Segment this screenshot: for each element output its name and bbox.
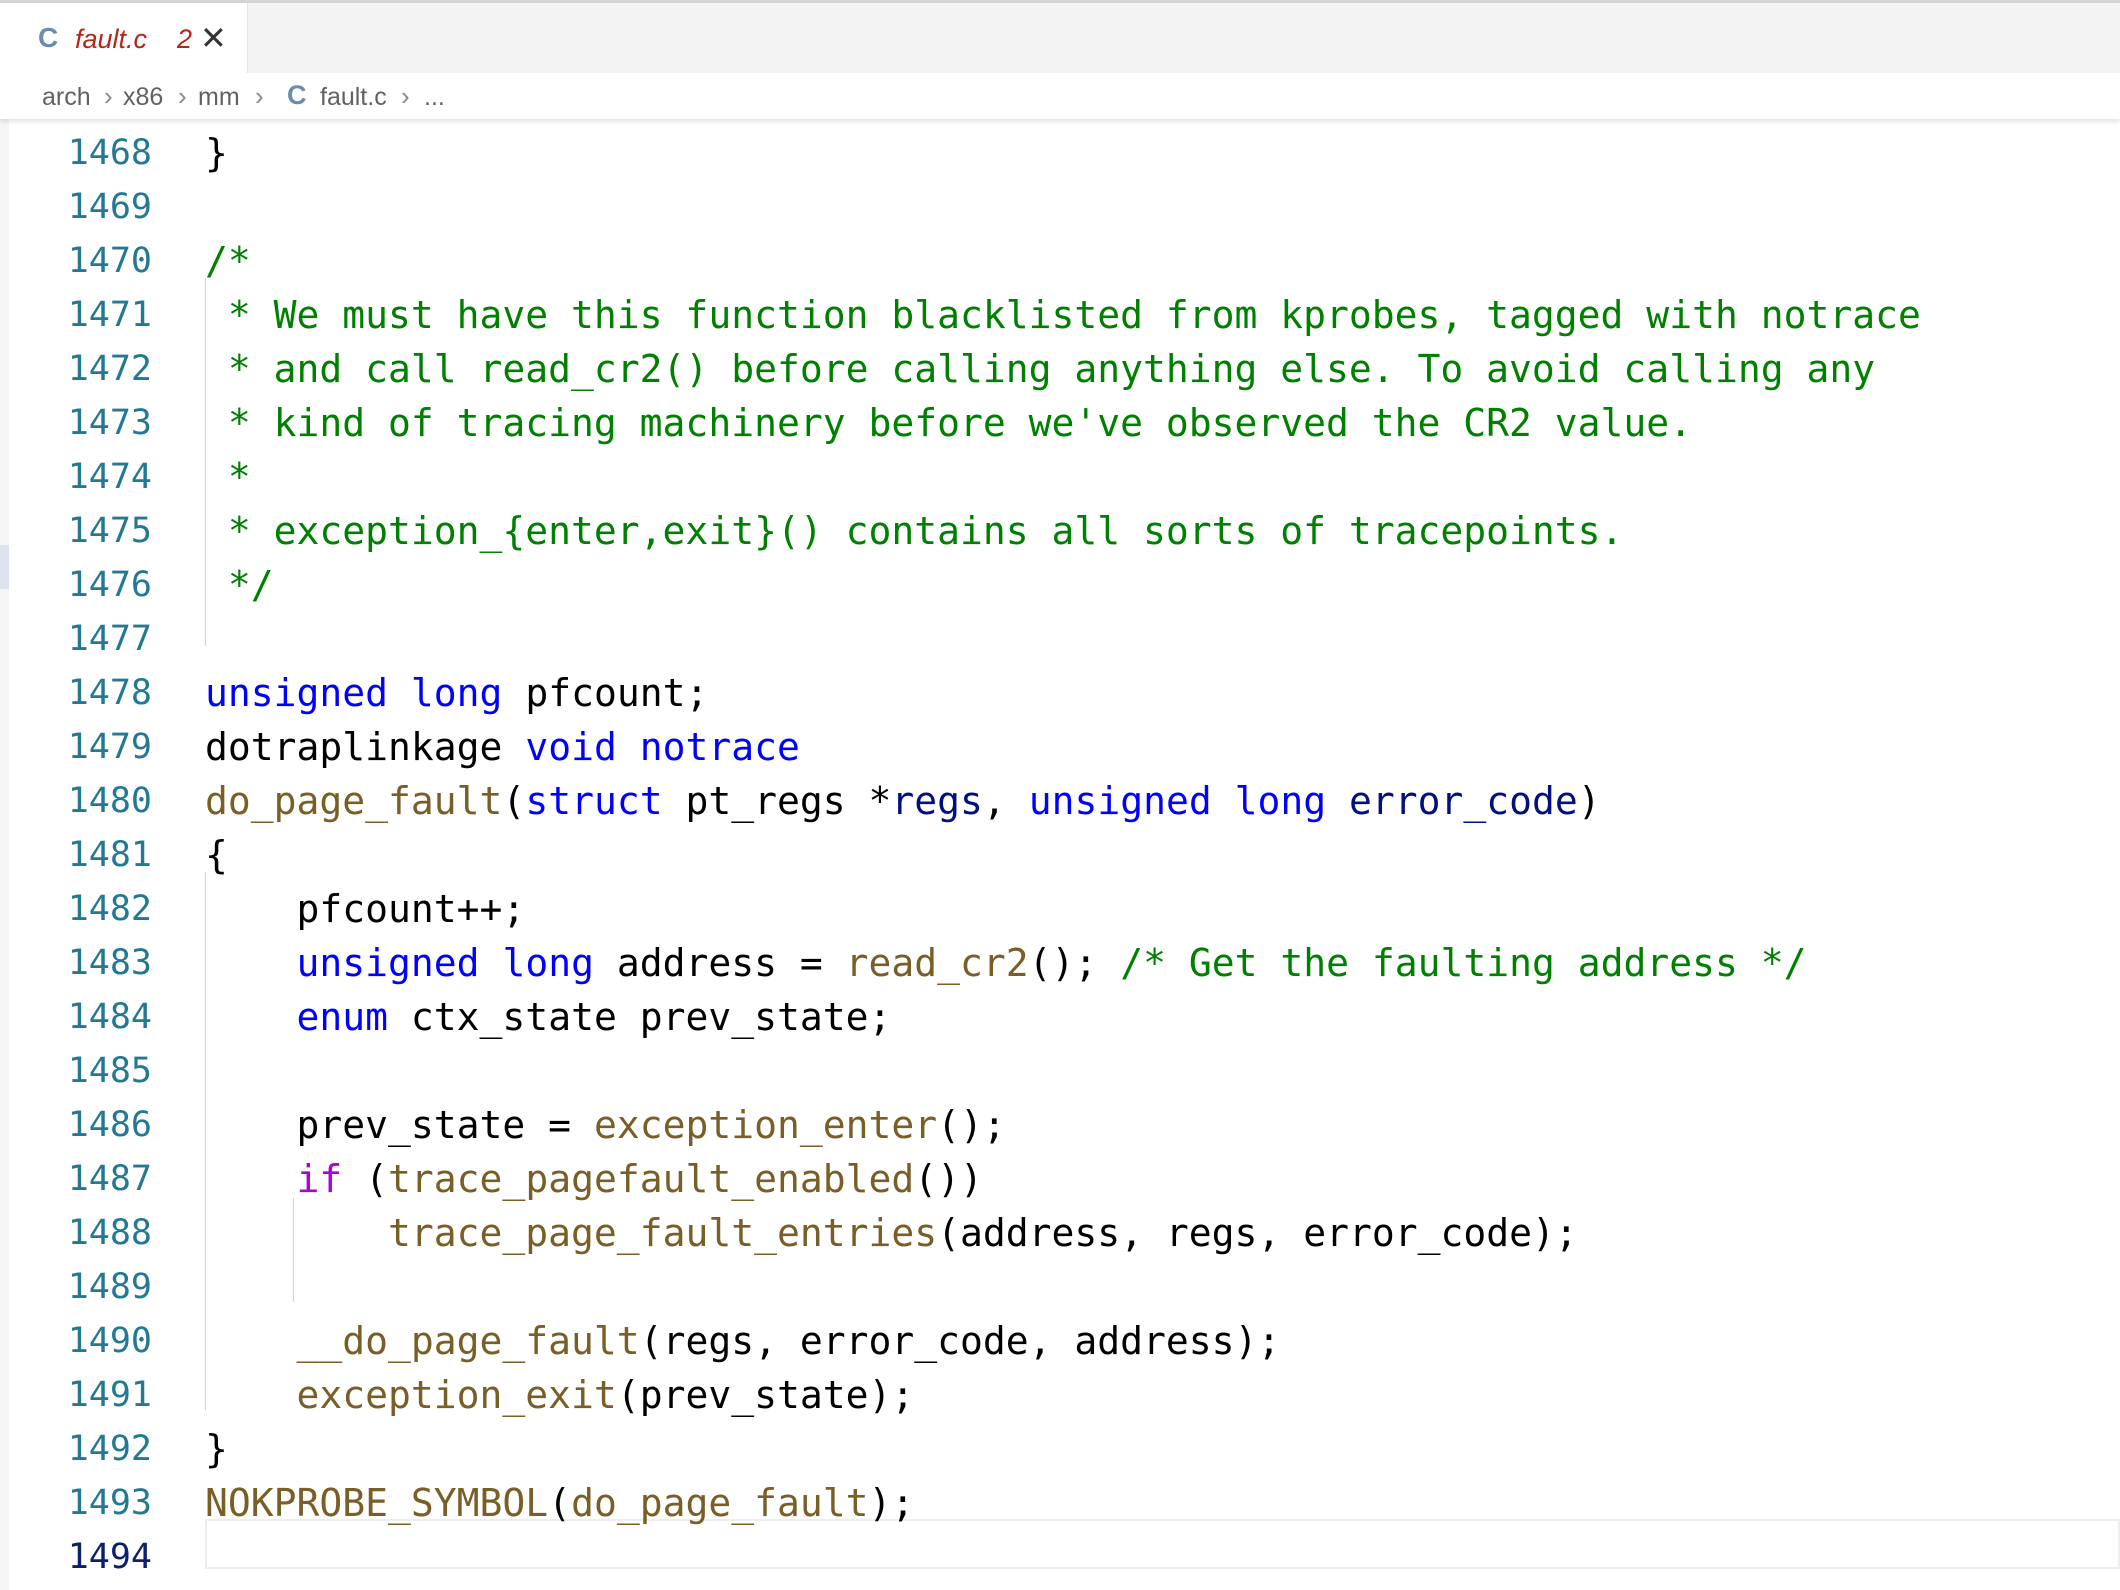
code-line: 1483 unsigned long address = read_cr2();… <box>0 936 2120 990</box>
code-text: do_page_fault(struct pt_regs *regs, unsi… <box>205 779 1601 823</box>
code-line: 1471 * We must have this function blackl… <box>0 288 2120 342</box>
line-number: 1481 <box>67 835 152 875</box>
code-line: 1492} <box>0 1422 2120 1476</box>
line-number: 1478 <box>67 673 152 713</box>
tab-fault-c[interactable]: C fault.c 2 ✕ <box>0 3 248 73</box>
tab-bar: C fault.c 2 ✕ <box>0 3 2120 73</box>
line-number: 1486 <box>67 1105 152 1145</box>
code-line: 1486 prev_state = exception_enter(); <box>0 1098 2120 1152</box>
line-number: 1476 <box>67 565 152 605</box>
line-number: 1490 <box>67 1321 152 1361</box>
line-number: 1493 <box>67 1483 152 1523</box>
c-language-icon: C <box>38 22 59 53</box>
breadcrumb-item-symbols[interactable]: ... <box>424 83 445 112</box>
code-text: /* <box>205 239 251 283</box>
tab-filename: fault.c <box>75 24 148 54</box>
breadcrumb: arch › x86 › mm › C fault.c › ... <box>0 73 2120 119</box>
line-number: 1483 <box>67 943 152 983</box>
line-number: 1470 <box>67 241 152 281</box>
line-number: 1474 <box>67 457 152 497</box>
breadcrumb-item-file[interactable]: fault.c <box>320 83 387 112</box>
code-text: } <box>205 131 228 175</box>
code-text: exception_exit(prev_state); <box>296 1373 915 1417</box>
code-text: pfcount++; <box>296 887 526 931</box>
line-number: 1491 <box>67 1375 152 1415</box>
code-line: 1491 exception_exit(prev_state); <box>0 1368 2120 1422</box>
code-line: 1468} <box>0 126 2120 180</box>
code-line: 1481 { <box>0 828 2120 882</box>
code-line: 1490 __do_page_fault(regs, error_code, a… <box>0 1314 2120 1368</box>
code-line: 1494 <box>0 1530 2120 1584</box>
line-number: 1489 <box>67 1267 152 1307</box>
code-text: * We must have this function blacklisted… <box>205 293 1921 337</box>
line-number: 1482 <box>67 889 152 929</box>
code-text: { <box>205 833 228 877</box>
code-text: if (trace_pagefault_enabled()) <box>296 1157 983 1201</box>
line-number: 1469 <box>67 187 152 227</box>
code-text: * kind of tracing machinery before we've… <box>205 401 1693 445</box>
code-line: 1475 * exception_{enter,exit}() contains… <box>0 504 2120 558</box>
code-line: 1489 <box>0 1260 2120 1314</box>
line-number: 1471 <box>67 295 152 335</box>
code-line: 1487 if (trace_pagefault_enabled()) <box>0 1152 2120 1206</box>
code-text: } <box>205 1427 228 1471</box>
code-text: __do_page_fault(regs, error_code, addres… <box>296 1319 1281 1363</box>
code-line: 1477 <box>0 612 2120 666</box>
code-line: 1470 /* <box>0 234 2120 288</box>
code-text: prev_state = exception_enter(); <box>296 1103 1006 1147</box>
line-number: 1472 <box>67 349 152 389</box>
problems-count-badge: 2 <box>177 24 193 54</box>
code-text: * exception_{enter,exit}() contains all … <box>205 509 1624 553</box>
code-line: 1482 pfcount++; <box>0 882 2120 936</box>
code-line: 1485 <box>0 1044 2120 1098</box>
code-line: 1493 NOKPROBE_SYMBOL(do_page_fault); <box>0 1476 2120 1530</box>
code-line: 1479 dotraplinkage void notrace <box>0 720 2120 774</box>
line-number: 1494 <box>67 1537 152 1577</box>
breadcrumb-item-arch[interactable]: arch <box>42 83 91 112</box>
line-number: 1492 <box>67 1429 152 1469</box>
code-line: 1469 <box>0 180 2120 234</box>
code-text: trace_page_fault_entries(address, regs, … <box>388 1211 1578 1255</box>
line-number: 1487 <box>67 1159 152 1199</box>
code-line: 1473 * kind of tracing machinery before … <box>0 396 2120 450</box>
code-text: unsigned long pfcount; <box>205 671 709 715</box>
line-number: 1480 <box>67 781 152 821</box>
code-line: 1472 * and call read_cr2() before callin… <box>0 342 2120 396</box>
c-language-icon: C <box>287 80 307 110</box>
line-number: 1485 <box>67 1051 152 1091</box>
code-line: 1488 trace_page_fault_entries(address, r… <box>0 1206 2120 1260</box>
breadcrumb-item-mm[interactable]: mm <box>198 83 240 112</box>
line-number: 1477 <box>67 619 152 659</box>
code-text: unsigned long address = read_cr2(); /* G… <box>296 941 1807 985</box>
line-number: 1479 <box>67 727 152 767</box>
code-line: 1476 */ <box>0 558 2120 612</box>
code-text: enum ctx_state prev_state; <box>296 995 892 1039</box>
code-line: 1480 do_page_fault(struct pt_regs *regs, … <box>0 774 2120 828</box>
code-text: dotraplinkage void notrace <box>205 725 800 769</box>
code-line: 1484 enum ctx_state prev_state; <box>0 990 2120 1044</box>
chevron-right-icon: › <box>401 81 410 111</box>
chevron-right-icon: › <box>255 81 264 111</box>
code-text: * and call read_cr2() before calling any… <box>205 347 1876 391</box>
code-line: 1478 unsigned long pfcount; <box>0 666 2120 720</box>
chevron-right-icon: › <box>104 81 113 111</box>
code-line: 1474 * <box>0 450 2120 504</box>
line-number: 1484 <box>67 997 152 1037</box>
line-number: 1488 <box>67 1213 152 1253</box>
code-text: * <box>205 455 251 499</box>
breadcrumb-item-x86[interactable]: x86 <box>123 83 163 112</box>
line-number: 1468 <box>67 133 152 173</box>
chevron-right-icon: › <box>178 81 187 111</box>
close-icon[interactable]: ✕ <box>200 19 227 57</box>
code-text: */ <box>205 563 274 607</box>
line-number: 1475 <box>67 511 152 551</box>
line-number: 1473 <box>67 403 152 443</box>
code-text: NOKPROBE_SYMBOL(do_page_fault); <box>205 1481 915 1525</box>
